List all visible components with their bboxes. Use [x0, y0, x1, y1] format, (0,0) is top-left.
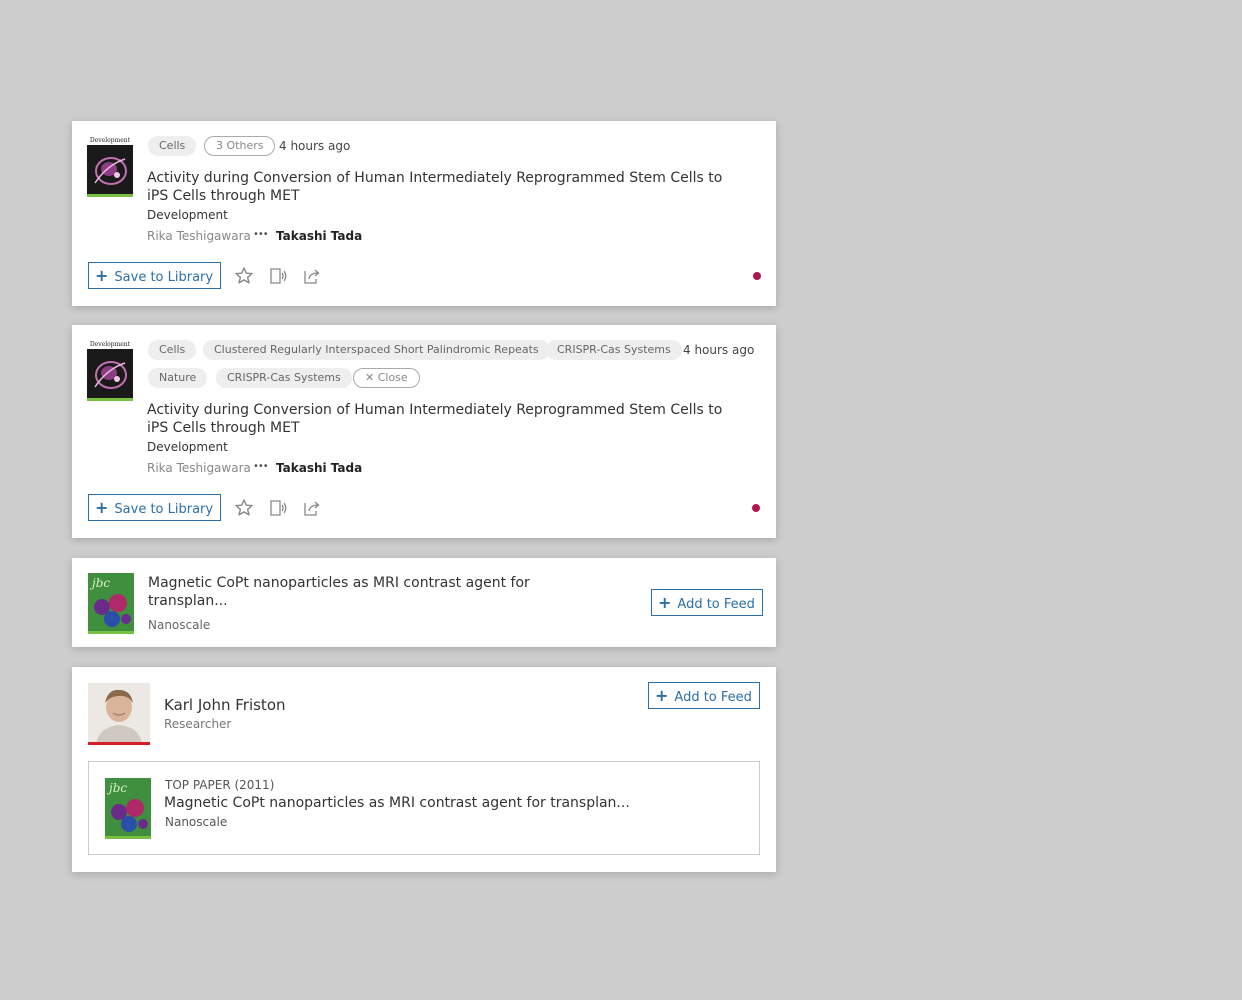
listen-icon[interactable] — [268, 266, 288, 286]
plus-icon: + — [655, 686, 669, 705]
more-authors-icon[interactable]: ••• — [253, 461, 269, 472]
close-tags-button[interactable]: ✕ Close — [353, 368, 420, 388]
topic-tag[interactable]: CRISPR-Cas Systems — [546, 340, 682, 360]
journal-name[interactable]: Nanoscale — [148, 618, 210, 632]
star-icon[interactable] — [234, 266, 254, 286]
journal-name[interactable]: Development — [147, 208, 228, 222]
plus-icon: + — [95, 498, 109, 517]
save-label: Save to Library — [114, 270, 214, 285]
paper-title[interactable]: Magnetic CoPt nanoparticles as MRI contr… — [148, 574, 568, 610]
journal-cover-jbc: jbc — [105, 778, 151, 839]
timestamp: 4 hours ago — [279, 139, 351, 153]
topic-tag[interactable]: Clustered Regularly Interspaced Short Pa… — [203, 340, 550, 360]
add-to-feed-button[interactable]: + Add to Feed — [648, 682, 760, 709]
cover-masthead: jbc — [89, 576, 110, 590]
author-first[interactable]: Rika Teshigawara — [147, 461, 251, 475]
cover-art: jbc — [105, 778, 151, 836]
feed-card-suggestion: jbc Magnetic CoPt nanoparticles as MRI c… — [72, 558, 776, 647]
unread-indicator — [752, 504, 760, 512]
save-label: Save to Library — [114, 502, 214, 517]
avatar[interactable] — [88, 683, 150, 745]
journal-name[interactable]: Development — [147, 440, 228, 454]
star-icon[interactable] — [234, 498, 254, 518]
cover-masthead: jbc — [106, 781, 127, 795]
feed-card-paper-2: Development Cells Clustered Regularly In… — [72, 325, 776, 538]
researcher-name[interactable]: Karl John Friston — [164, 696, 286, 714]
timestamp: 4 hours ago — [683, 343, 755, 357]
author-last[interactable]: Takashi Tada — [276, 229, 362, 243]
top-paper-label: TOP PAPER (2011) — [165, 778, 275, 792]
save-to-library-button[interactable]: + Save to Library — [88, 494, 222, 521]
paper-title[interactable]: Activity during Conversion of Human Inte… — [147, 169, 747, 205]
cover-art: jbc — [88, 573, 134, 631]
add-label: Add to Feed — [677, 597, 755, 612]
more-authors-icon[interactable]: ••• — [253, 229, 269, 240]
author-first[interactable]: Rika Teshigawara — [147, 229, 251, 243]
topic-tag[interactable]: Cells — [148, 136, 197, 156]
share-icon[interactable] — [302, 266, 322, 286]
add-label: Add to Feed — [674, 690, 752, 705]
feed-card-paper-1: Development Cells 3 Others 4 hours ago A… — [72, 121, 776, 306]
journal-cover-jbc[interactable]: jbc — [88, 573, 134, 634]
author-last[interactable]: Takashi Tada — [276, 461, 362, 475]
others-tag[interactable]: 3 Others — [204, 136, 276, 156]
unread-indicator — [753, 272, 761, 280]
plus-icon: + — [658, 593, 672, 612]
plus-icon: + — [95, 266, 109, 285]
researcher-role: Researcher — [164, 717, 232, 731]
feed-card-researcher: Karl John Friston Researcher + Add to Fee… — [72, 667, 776, 872]
cover-masthead: Development — [87, 136, 133, 145]
top-paper-box[interactable]: jbc TOP PAPER (2011) Magnetic CoPt nanop… — [88, 761, 760, 855]
cover-masthead: Development — [87, 340, 133, 349]
cover-art — [94, 361, 127, 389]
cover-art — [94, 157, 127, 185]
topic-tag[interactable]: Cells — [148, 340, 197, 360]
save-to-library-button[interactable]: + Save to Library — [88, 262, 222, 289]
journal-name[interactable]: Nanoscale — [165, 815, 227, 829]
paper-title[interactable]: Activity during Conversion of Human Inte… — [147, 401, 747, 437]
listen-icon[interactable] — [268, 498, 288, 518]
topic-tag[interactable]: CRISPR-Cas Systems — [216, 368, 352, 388]
add-to-feed-button[interactable]: + Add to Feed — [651, 589, 763, 616]
share-icon[interactable] — [302, 498, 322, 518]
topic-tag[interactable]: Nature — [148, 368, 208, 388]
paper-title[interactable]: Magnetic CoPt nanoparticles as MRI contr… — [164, 794, 630, 812]
avatar-photo — [88, 683, 150, 742]
journal-cover-development[interactable]: Development — [87, 340, 133, 401]
journal-cover-development[interactable]: Development — [87, 136, 133, 197]
